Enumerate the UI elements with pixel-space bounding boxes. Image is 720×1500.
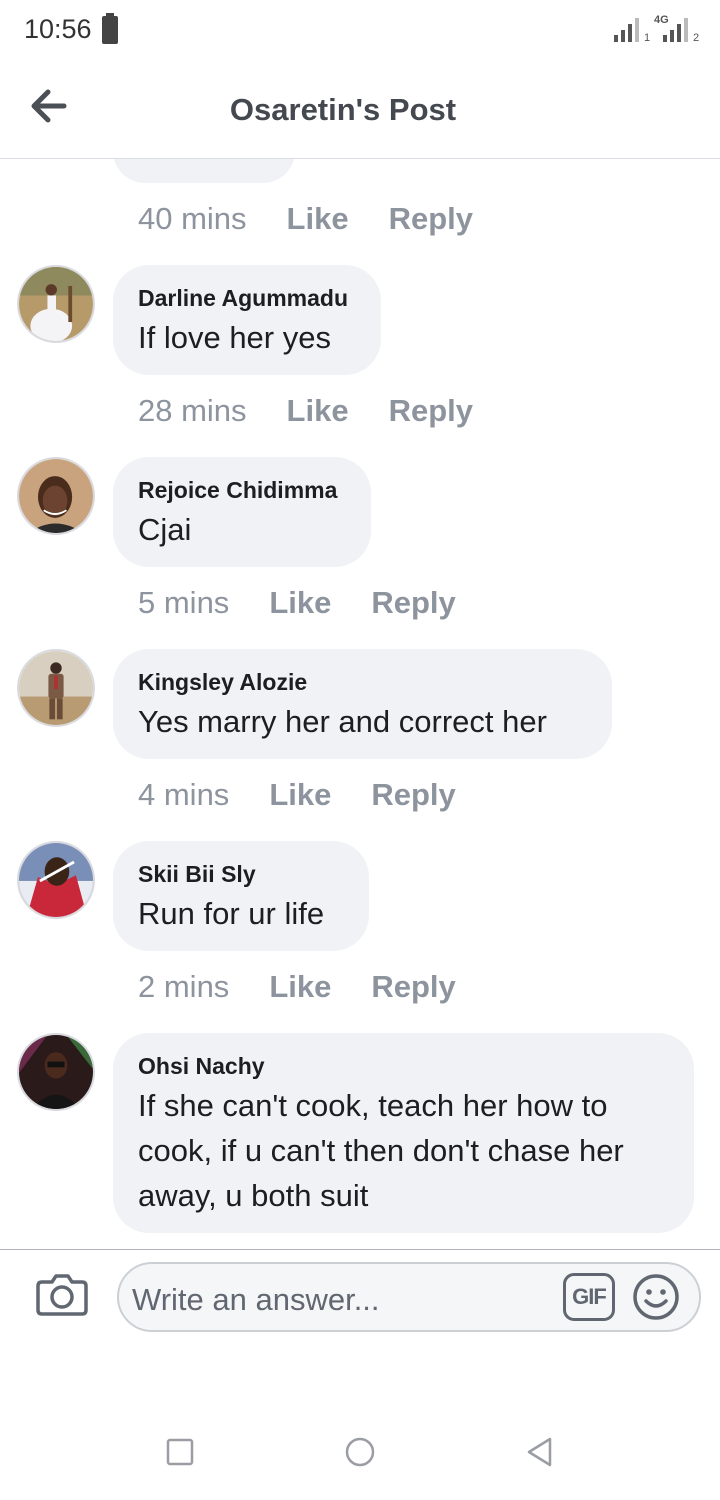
comment-time: 4 mins xyxy=(138,777,230,812)
like-button[interactable]: Like xyxy=(287,393,349,429)
emoji-icon[interactable] xyxy=(632,1273,680,1321)
home-icon[interactable] xyxy=(344,1436,376,1468)
comment-time: 28 mins xyxy=(138,393,247,428)
answer-placeholder: Write an answer... xyxy=(132,1282,380,1317)
comment-author[interactable]: Darline Agummadu xyxy=(138,283,355,313)
reply-button[interactable]: Reply xyxy=(389,393,473,429)
like-button[interactable]: Like xyxy=(269,969,331,1005)
comment-actions: 28 mins Like Reply xyxy=(138,393,473,429)
like-button[interactable]: Like xyxy=(287,201,349,237)
avatar[interactable] xyxy=(17,841,95,919)
comment-actions: 2 mins Like Reply xyxy=(138,969,456,1005)
comment-composer: Write an answer... GIF xyxy=(0,1249,720,1339)
comment-bubble: Rejoice Chidimma Cjai xyxy=(113,457,371,567)
comment-author[interactable]: Rejoice Chidimma xyxy=(138,475,345,505)
comment-text: Cjai xyxy=(138,512,192,547)
previous-comment-bubble xyxy=(113,159,295,183)
recent-apps-icon[interactable] xyxy=(164,1436,196,1468)
comment-bubble: Darline Agummadu If love her yes xyxy=(113,265,381,375)
reply-button[interactable]: Reply xyxy=(371,969,455,1005)
comment-bubble: Ohsi Nachy If she can't cook, teach her … xyxy=(113,1033,694,1233)
page-title: Osaretin's Post xyxy=(229,92,457,127)
status-time: 10:56 xyxy=(24,14,92,44)
system-navigation-bar xyxy=(0,1400,720,1500)
header: Osaretin's Post xyxy=(0,64,720,159)
comment-time: 40 mins xyxy=(138,201,247,236)
comment-text: If she can't cook, teach her how to cook… xyxy=(138,1088,624,1213)
signal-1-icon xyxy=(614,18,644,42)
comment-actions: 40 mins Like Reply xyxy=(138,201,473,237)
comment-actions: 5 mins Like Reply xyxy=(138,585,456,621)
comment-author[interactable]: Skii Bii Sly xyxy=(138,859,343,889)
reply-button[interactable]: Reply xyxy=(389,201,473,237)
comment-list: 40 mins Like Reply Darline Agummadu If l… xyxy=(0,159,720,1249)
reply-button[interactable]: Reply xyxy=(371,585,455,621)
comment-actions: 4 mins Like Reply xyxy=(138,777,456,813)
gif-icon[interactable]: GIF xyxy=(563,1273,615,1321)
comment-author[interactable]: Ohsi Nachy xyxy=(138,1051,668,1081)
comment-author[interactable]: Kingsley Alozie xyxy=(138,667,586,697)
comment-text: Run for ur life xyxy=(138,896,325,931)
signal-2-icon xyxy=(663,18,693,42)
avatar[interactable] xyxy=(17,649,95,727)
comment-bubble: Kingsley Alozie Yes marry her and correc… xyxy=(113,649,612,759)
avatar[interactable] xyxy=(17,265,95,343)
camera-icon[interactable] xyxy=(36,1272,88,1316)
avatar[interactable] xyxy=(17,457,95,535)
battery-icon xyxy=(102,13,118,44)
comment-time: 5 mins xyxy=(138,585,230,620)
reply-button[interactable]: Reply xyxy=(371,777,455,813)
comment-bubble: Skii Bii Sly Run for ur life xyxy=(113,841,369,951)
comment-text: If love her yes xyxy=(138,320,331,355)
avatar[interactable] xyxy=(17,1033,95,1111)
comment-time: 2 mins xyxy=(138,969,230,1004)
status-bar: 10:56 1 4G 2 xyxy=(24,13,700,44)
like-button[interactable]: Like xyxy=(269,585,331,621)
back-nav-icon[interactable] xyxy=(524,1436,556,1468)
comment-text: Yes marry her and correct her xyxy=(138,704,547,739)
answer-input[interactable]: Write an answer... GIF xyxy=(117,1262,701,1332)
like-button[interactable]: Like xyxy=(269,777,331,813)
